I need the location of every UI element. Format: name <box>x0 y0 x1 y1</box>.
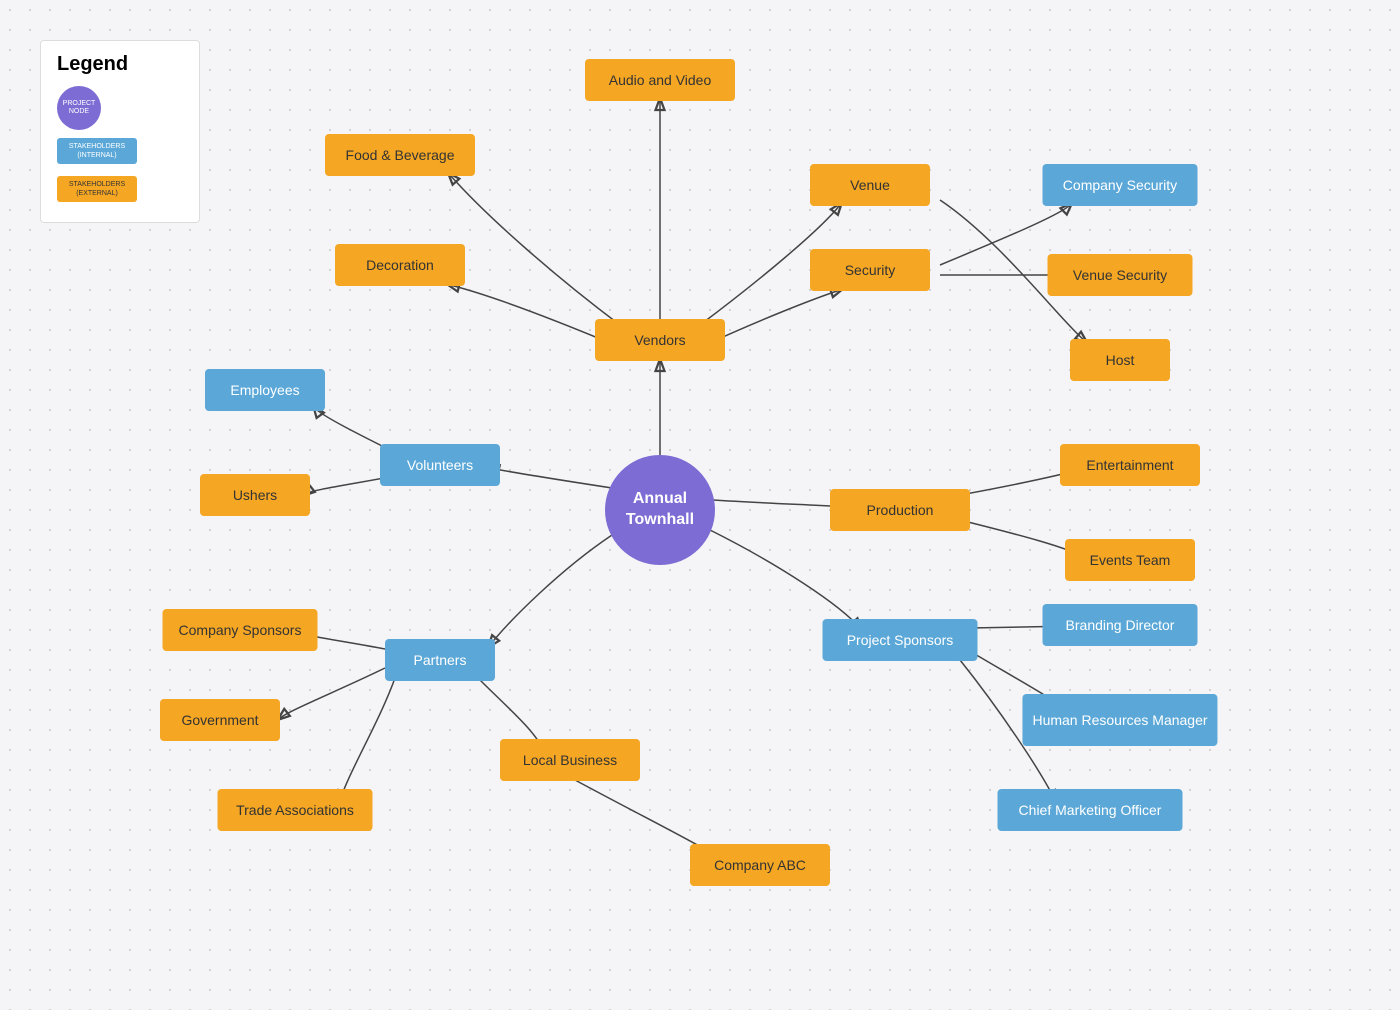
legend-orange-box: STAKEHOLDERS(EXTERNAL) <box>57 176 137 202</box>
legend-blue-box: STAKEHOLDERS(INTERNAL) <box>57 138 137 164</box>
legend-panel: Legend PROJECTNODE STAKEHOLDERS(INTERNAL… <box>40 40 200 223</box>
legend-circle-item: PROJECTNODE <box>57 86 183 130</box>
node-security: Security <box>810 249 930 291</box>
node-vendors: Vendors <box>595 319 725 361</box>
node-volunteers: Volunteers <box>380 444 500 486</box>
legend-title: Legend <box>57 53 183 76</box>
node-production: Production <box>830 489 970 531</box>
node-employees: Employees <box>205 369 325 411</box>
legend-circle-label: PROJECTNODE <box>63 100 96 117</box>
node-trade-associations: Trade Associations <box>218 789 373 831</box>
node-hr-manager: Human Resources Manager <box>1022 694 1217 746</box>
node-cmo: Chief Marketing Officer <box>998 789 1183 831</box>
legend-orange-item: STAKEHOLDERS(EXTERNAL) <box>57 172 183 202</box>
node-company-security: Company Security <box>1043 164 1198 206</box>
node-food-beverage: Food & Beverage <box>325 134 475 176</box>
legend-blue-item: STAKEHOLDERS(INTERNAL) <box>57 138 183 164</box>
legend-circle: PROJECTNODE <box>57 86 101 130</box>
center-node: AnnualTownhall <box>605 455 715 565</box>
node-ushers: Ushers <box>200 474 310 516</box>
node-government: Government <box>160 699 280 741</box>
node-local-business: Local Business <box>500 739 640 781</box>
node-host: Host <box>1070 339 1170 381</box>
node-branding-director: Branding Director <box>1043 604 1198 646</box>
node-partners: Partners <box>385 639 495 681</box>
node-company-abc: Company ABC <box>690 844 830 886</box>
node-events-team: Events Team <box>1065 539 1195 581</box>
node-project-sponsors: Project Sponsors <box>823 619 978 661</box>
node-venue: Venue <box>810 164 930 206</box>
node-entertainment: Entertainment <box>1060 444 1200 486</box>
node-decoration: Decoration <box>335 244 465 286</box>
node-company-sponsors: Company Sponsors <box>163 609 318 651</box>
node-venue-security: Venue Security <box>1048 254 1193 296</box>
node-audio-video: Audio and Video <box>585 59 735 101</box>
